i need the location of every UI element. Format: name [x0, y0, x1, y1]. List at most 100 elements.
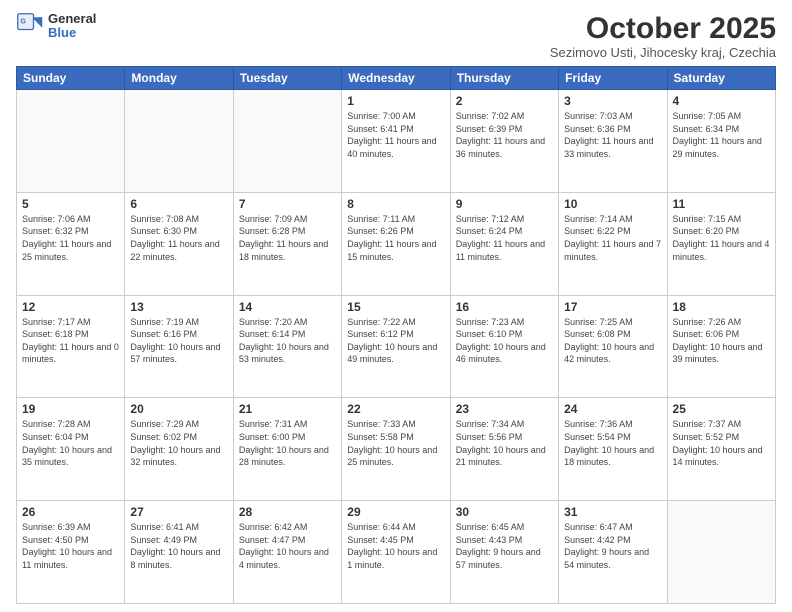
day-info: Sunrise: 7:22 AM Sunset: 6:12 PM Dayligh… — [347, 316, 444, 366]
day-info: Sunrise: 6:39 AM Sunset: 4:50 PM Dayligh… — [22, 521, 119, 571]
day-number: 8 — [347, 197, 444, 211]
table-row: 9 Sunrise: 7:12 AM Sunset: 6:24 PM Daylig… — [450, 192, 558, 295]
calendar-page: G General Blue October 2025 Sezimovo Ust… — [0, 0, 792, 612]
day-info: Sunrise: 6:47 AM Sunset: 4:42 PM Dayligh… — [564, 521, 661, 571]
calendar-week-row: 1 Sunrise: 7:00 AM Sunset: 6:41 PM Daylig… — [17, 90, 776, 193]
day-number: 10 — [564, 197, 661, 211]
day-number: 9 — [456, 197, 553, 211]
calendar-table: Sunday Monday Tuesday Wednesday Thursday… — [16, 66, 776, 604]
logo-text: General Blue — [48, 12, 96, 41]
table-row: 15Sunrise: 7:22 AM Sunset: 6:12 PM Dayli… — [342, 295, 450, 398]
table-row: 11 Sunrise: 7:15 AM Sunset: 6:20 PM Dayli… — [667, 192, 775, 295]
day-number: 25 — [673, 402, 770, 416]
table-row: 5 Sunrise: 7:06 AM Sunset: 6:32 PM Daylig… — [17, 192, 125, 295]
day-info: Sunrise: 7:03 AM Sunset: 6:36 PM Dayligh… — [564, 110, 661, 160]
table-row: 26 Sunrise: 6:39 AM Sunset: 4:50 PM Dayli… — [17, 501, 125, 604]
day-info: Sunrise: 7:34 AM Sunset: 5:56 PM Dayligh… — [456, 418, 553, 468]
day-number: 23 — [456, 402, 553, 416]
table-row: 7Sunrise: 7:09 AM Sunset: 6:28 PM Daylig… — [233, 192, 341, 295]
day-info: Sunrise: 7:23 AM Sunset: 6:10 PM Dayligh… — [456, 316, 553, 366]
table-row: 1 Sunrise: 7:00 AM Sunset: 6:41 PM Daylig… — [342, 90, 450, 193]
day-info: Sunrise: 7:26 AM Sunset: 6:06 PM Dayligh… — [673, 316, 770, 366]
table-row: 31 Sunrise: 6:47 AM Sunset: 4:42 PM Dayli… — [559, 501, 667, 604]
day-number: 12 — [22, 300, 119, 314]
table-row: 19 Sunrise: 7:28 AM Sunset: 6:04 PM Dayli… — [17, 398, 125, 501]
month-title: October 2025 — [550, 12, 776, 45]
table-row: 14 Sunrise: 7:20 AM Sunset: 6:14 PM Dayli… — [233, 295, 341, 398]
day-number: 20 — [130, 402, 227, 416]
day-number: 31 — [564, 505, 661, 519]
col-sunday: Sunday — [17, 67, 125, 90]
day-info: Sunrise: 7:17 AM Sunset: 6:18 PM Dayligh… — [22, 316, 119, 366]
table-row: 2Sunrise: 7:02 AM Sunset: 6:39 PM Daylig… — [450, 90, 558, 193]
table-row: 17Sunrise: 7:25 AM Sunset: 6:08 PM Dayli… — [559, 295, 667, 398]
day-info: Sunrise: 6:41 AM Sunset: 4:49 PM Dayligh… — [130, 521, 227, 571]
table-row: 23 Sunrise: 7:34 AM Sunset: 5:56 PM Dayli… — [450, 398, 558, 501]
day-info: Sunrise: 7:12 AM Sunset: 6:24 PM Dayligh… — [456, 213, 553, 263]
day-number: 28 — [239, 505, 336, 519]
day-info: Sunrise: 7:28 AM Sunset: 6:04 PM Dayligh… — [22, 418, 119, 468]
col-wednesday: Wednesday — [342, 67, 450, 90]
col-saturday: Saturday — [667, 67, 775, 90]
day-info: Sunrise: 7:06 AM Sunset: 6:32 PM Dayligh… — [22, 213, 119, 263]
table-row: 13 Sunrise: 7:19 AM Sunset: 6:16 PM Dayli… — [125, 295, 233, 398]
table-row: 10Sunrise: 7:14 AM Sunset: 6:22 PM Dayli… — [559, 192, 667, 295]
day-number: 19 — [22, 402, 119, 416]
table-row: 21Sunrise: 7:31 AM Sunset: 6:00 PM Dayli… — [233, 398, 341, 501]
calendar-header-row: Sunday Monday Tuesday Wednesday Thursday… — [17, 67, 776, 90]
table-row: 25Sunrise: 7:37 AM Sunset: 5:52 PM Dayli… — [667, 398, 775, 501]
day-number: 29 — [347, 505, 444, 519]
location: Sezimovo Usti, Jihocesky kraj, Czechia — [550, 45, 776, 60]
table-row: 22 Sunrise: 7:33 AM Sunset: 5:58 PM Dayli… — [342, 398, 450, 501]
logo: G General Blue — [16, 12, 96, 41]
table-row — [125, 90, 233, 193]
col-tuesday: Tuesday — [233, 67, 341, 90]
col-thursday: Thursday — [450, 67, 558, 90]
day-number: 30 — [456, 505, 553, 519]
day-info: Sunrise: 7:05 AM Sunset: 6:34 PM Dayligh… — [673, 110, 770, 160]
day-number: 6 — [130, 197, 227, 211]
table-row: 4 Sunrise: 7:05 AM Sunset: 6:34 PM Daylig… — [667, 90, 775, 193]
logo-icon: G — [16, 12, 44, 40]
day-info: Sunrise: 7:09 AM Sunset: 6:28 PM Dayligh… — [239, 213, 336, 263]
day-number: 14 — [239, 300, 336, 314]
title-section: October 2025 Sezimovo Usti, Jihocesky kr… — [550, 12, 776, 60]
day-number: 26 — [22, 505, 119, 519]
svg-text:G: G — [20, 19, 26, 26]
day-number: 3 — [564, 94, 661, 108]
day-number: 4 — [673, 94, 770, 108]
day-number: 18 — [673, 300, 770, 314]
calendar-week-row: 12 Sunrise: 7:17 AM Sunset: 6:18 PM Dayli… — [17, 295, 776, 398]
day-number: 21 — [239, 402, 336, 416]
day-number: 16 — [456, 300, 553, 314]
day-info: Sunrise: 7:08 AM Sunset: 6:30 PM Dayligh… — [130, 213, 227, 263]
table-row: 30Sunrise: 6:45 AM Sunset: 4:43 PM Dayli… — [450, 501, 558, 604]
calendar-week-row: 26 Sunrise: 6:39 AM Sunset: 4:50 PM Dayli… — [17, 501, 776, 604]
day-number: 24 — [564, 402, 661, 416]
table-row: 28 Sunrise: 6:42 AM Sunset: 4:47 PM Dayli… — [233, 501, 341, 604]
table-row — [17, 90, 125, 193]
day-number: 11 — [673, 197, 770, 211]
table-row: 8 Sunrise: 7:11 AM Sunset: 6:26 PM Daylig… — [342, 192, 450, 295]
day-number: 2 — [456, 94, 553, 108]
day-info: Sunrise: 7:29 AM Sunset: 6:02 PM Dayligh… — [130, 418, 227, 468]
table-row: 18 Sunrise: 7:26 AM Sunset: 6:06 PM Dayli… — [667, 295, 775, 398]
day-number: 27 — [130, 505, 227, 519]
table-row — [667, 501, 775, 604]
day-info: Sunrise: 7:00 AM Sunset: 6:41 PM Dayligh… — [347, 110, 444, 160]
day-info: Sunrise: 6:42 AM Sunset: 4:47 PM Dayligh… — [239, 521, 336, 571]
day-info: Sunrise: 7:33 AM Sunset: 5:58 PM Dayligh… — [347, 418, 444, 468]
col-monday: Monday — [125, 67, 233, 90]
table-row: 29Sunrise: 6:44 AM Sunset: 4:45 PM Dayli… — [342, 501, 450, 604]
day-info: Sunrise: 7:15 AM Sunset: 6:20 PM Dayligh… — [673, 213, 770, 263]
day-info: Sunrise: 7:19 AM Sunset: 6:16 PM Dayligh… — [130, 316, 227, 366]
day-number: 22 — [347, 402, 444, 416]
day-info: Sunrise: 7:20 AM Sunset: 6:14 PM Dayligh… — [239, 316, 336, 366]
table-row: 6 Sunrise: 7:08 AM Sunset: 6:30 PM Daylig… — [125, 192, 233, 295]
day-number: 1 — [347, 94, 444, 108]
day-number: 5 — [22, 197, 119, 211]
day-info: Sunrise: 7:11 AM Sunset: 6:26 PM Dayligh… — [347, 213, 444, 263]
day-number: 13 — [130, 300, 227, 314]
table-row: 27 Sunrise: 6:41 AM Sunset: 4:49 PM Dayli… — [125, 501, 233, 604]
day-info: Sunrise: 7:25 AM Sunset: 6:08 PM Dayligh… — [564, 316, 661, 366]
